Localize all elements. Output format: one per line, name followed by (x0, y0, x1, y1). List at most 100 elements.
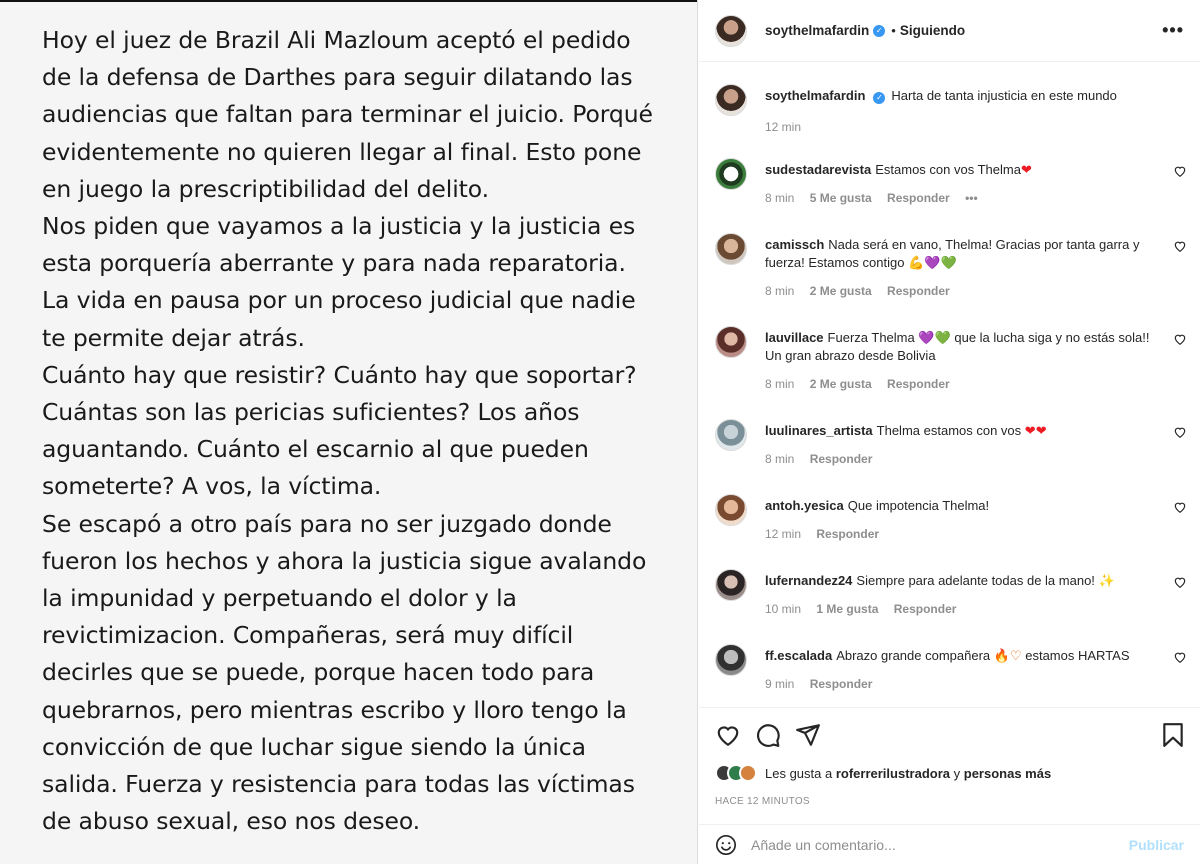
heart-emoji: ❤ (1020, 162, 1032, 177)
comment-icon[interactable] (755, 722, 781, 748)
comment-username[interactable]: sudestadarevista (765, 162, 871, 177)
post-header: soythelmafardin ✓ • Siguiendo ••• (699, 0, 1200, 62)
post-line: quebrarnos, pero mientras escribo y llor… (42, 695, 627, 724)
comment-username[interactable]: ff.escalada (765, 648, 832, 663)
share-icon[interactable] (795, 722, 821, 748)
post-timestamp: HACE 12 MINUTOS (715, 796, 810, 807)
comment-meta: 8 min Responder (765, 452, 884, 466)
reply-button[interactable]: Responder (887, 191, 950, 205)
comment-text: Que impotencia Thelma! (847, 498, 990, 513)
post-line: someterte? A vos, la víctima. (42, 472, 382, 501)
post-text: Hoy el juez de Brazil Ali Mazloum aceptó… (42, 22, 682, 840)
reply-button[interactable]: Responder (810, 452, 873, 466)
comment-time: 8 min (765, 191, 795, 205)
likes-prefix: Les gusta a (765, 765, 833, 781)
heart-icon[interactable] (1173, 575, 1187, 589)
post-line: te permite dejar atrás. (42, 323, 305, 352)
reply-button[interactable]: Responder (816, 527, 879, 541)
comment-username[interactable]: lufernandez24 (765, 573, 852, 588)
post-line: la impunidad y perpetuando el dolor y la (42, 584, 517, 613)
heart-icon[interactable] (1173, 164, 1187, 178)
comment-body: antoh.yesica Que impotencia Thelma! (765, 497, 1160, 515)
heart-icon[interactable] (1173, 332, 1187, 346)
reply-button[interactable]: Responder (894, 602, 957, 616)
emoji-group: 💪💜💚 (908, 255, 957, 270)
header-username[interactable]: soythelmafardin (765, 23, 869, 38)
avatar[interactable] (715, 419, 747, 451)
comment-meta: 8 min 2 Me gusta Responder (765, 377, 962, 391)
post-line: aguantando. Cuánto el escarnio al que pu… (42, 435, 589, 464)
avatar[interactable] (715, 644, 747, 676)
comment-body: sudestadarevista Estamos con vos Thelma❤ (765, 161, 1160, 179)
avatar[interactable] (715, 326, 747, 358)
comment-meta: 10 min 1 Me gusta Responder (765, 602, 968, 616)
comment-more-icon[interactable]: ••• (965, 191, 978, 205)
image-top-border (0, 0, 697, 2)
comment-username[interactable]: camissch (765, 237, 824, 252)
comment-body: lufernandez24 Siempre para adelante todas… (765, 572, 1160, 590)
heart-icon[interactable] (1173, 500, 1187, 514)
post-line: salida. Fuerza y resistencia para todas … (42, 770, 635, 799)
comment-time: 8 min (765, 452, 795, 466)
comment-text: Fuerza Thelma (827, 330, 915, 345)
reply-button[interactable]: Responder (887, 377, 950, 391)
post-image: Hoy el juez de Brazil Ali Mazloum aceptó… (0, 0, 698, 864)
comment-likes[interactable]: 2 Me gusta (810, 284, 872, 298)
avatar[interactable] (715, 158, 747, 190)
post-line: La vida en pausa por un proceso judicial… (42, 286, 636, 315)
comment-input[interactable] (751, 836, 1111, 853)
comment-username[interactable]: lauvillace (765, 330, 824, 345)
comment-text: Abrazo grande compañera (836, 648, 991, 663)
add-comment-bar: Publicar (699, 824, 1200, 864)
post-line: Nos piden que vayamos a la justicia y la… (42, 212, 636, 241)
avatar[interactable] (715, 233, 747, 265)
post-line: decirles que se puede, porque hacen todo… (42, 658, 595, 687)
publish-button[interactable]: Publicar (1129, 837, 1184, 853)
comment-text: Estamos con vos Thelma (875, 162, 1021, 177)
comment-body: camissch Nada será en vano, Thelma! Graci… (765, 236, 1160, 272)
likes-user-link[interactable]: roferrerilustradora (836, 766, 950, 781)
heart-icon[interactable] (1173, 425, 1187, 439)
comments-list[interactable]: soythelmafardin ✓ Harta de tanta injustici… (699, 62, 1200, 707)
avatar[interactable] (715, 494, 747, 526)
emoji-group: 💜💚 (918, 330, 951, 345)
post-actions: Les gusta a roferrerilustradora y person… (699, 707, 1200, 824)
heart-icon[interactable] (715, 722, 741, 748)
comment-meta: 8 min 2 Me gusta Responder (765, 284, 962, 298)
caption-text: Harta de tanta injusticia en este mundo (891, 88, 1117, 103)
comment-text: estamos HARTAS (1025, 648, 1130, 663)
comment-likes[interactable]: 1 Me gusta (816, 602, 878, 616)
avatar[interactable] (715, 84, 747, 116)
comment-time: 10 min (765, 602, 802, 616)
comment-username[interactable]: antoh.yesica (765, 498, 844, 513)
post-line: audiencias que faltan para terminar el j… (42, 100, 653, 129)
comment-likes[interactable]: 5 Me gusta (810, 191, 872, 205)
verified-icon: ✓ (873, 92, 886, 104)
avatar (739, 764, 757, 782)
heart-icon[interactable] (1173, 239, 1187, 253)
following-button[interactable]: Siguiendo (900, 23, 965, 38)
comment-body: lauvillace Fuerza Thelma 💜💚 que la lucha … (765, 329, 1160, 365)
reply-button[interactable]: Responder (810, 677, 873, 691)
comment-username[interactable]: luulinares_artista (765, 423, 873, 438)
likes-others-link[interactable]: personas más (964, 766, 1051, 781)
bookmark-icon[interactable] (1160, 722, 1186, 748)
heart-icon[interactable] (1173, 650, 1187, 664)
comment-body: luulinares_artista Thelma estamos con vos… (765, 422, 1160, 440)
emoji-icon[interactable] (715, 834, 737, 856)
comment-text: Thelma estamos con vos (876, 423, 1022, 438)
comment-time: 8 min (765, 284, 795, 298)
comment-meta: 9 min Responder (765, 677, 884, 691)
post-line: revictimizacion. Compañeras, será muy di… (42, 621, 574, 650)
caption-username[interactable]: soythelmafardin (765, 88, 865, 103)
avatar[interactable] (715, 569, 747, 601)
post-line: evidentemente no quieren llegar al final… (42, 137, 642, 166)
post-line: en juego la prescriptibilidad del delito… (42, 174, 489, 203)
reply-button[interactable]: Responder (887, 284, 950, 298)
post-line: Cuántas son las pericias suficientes? Lo… (42, 398, 580, 427)
likes-middle: y (953, 765, 961, 781)
avatar[interactable] (715, 14, 747, 47)
comment-likes[interactable]: 2 Me gusta (810, 377, 872, 391)
comment-time: 12 min (765, 527, 802, 541)
more-icon[interactable]: ••• (1162, 20, 1184, 41)
